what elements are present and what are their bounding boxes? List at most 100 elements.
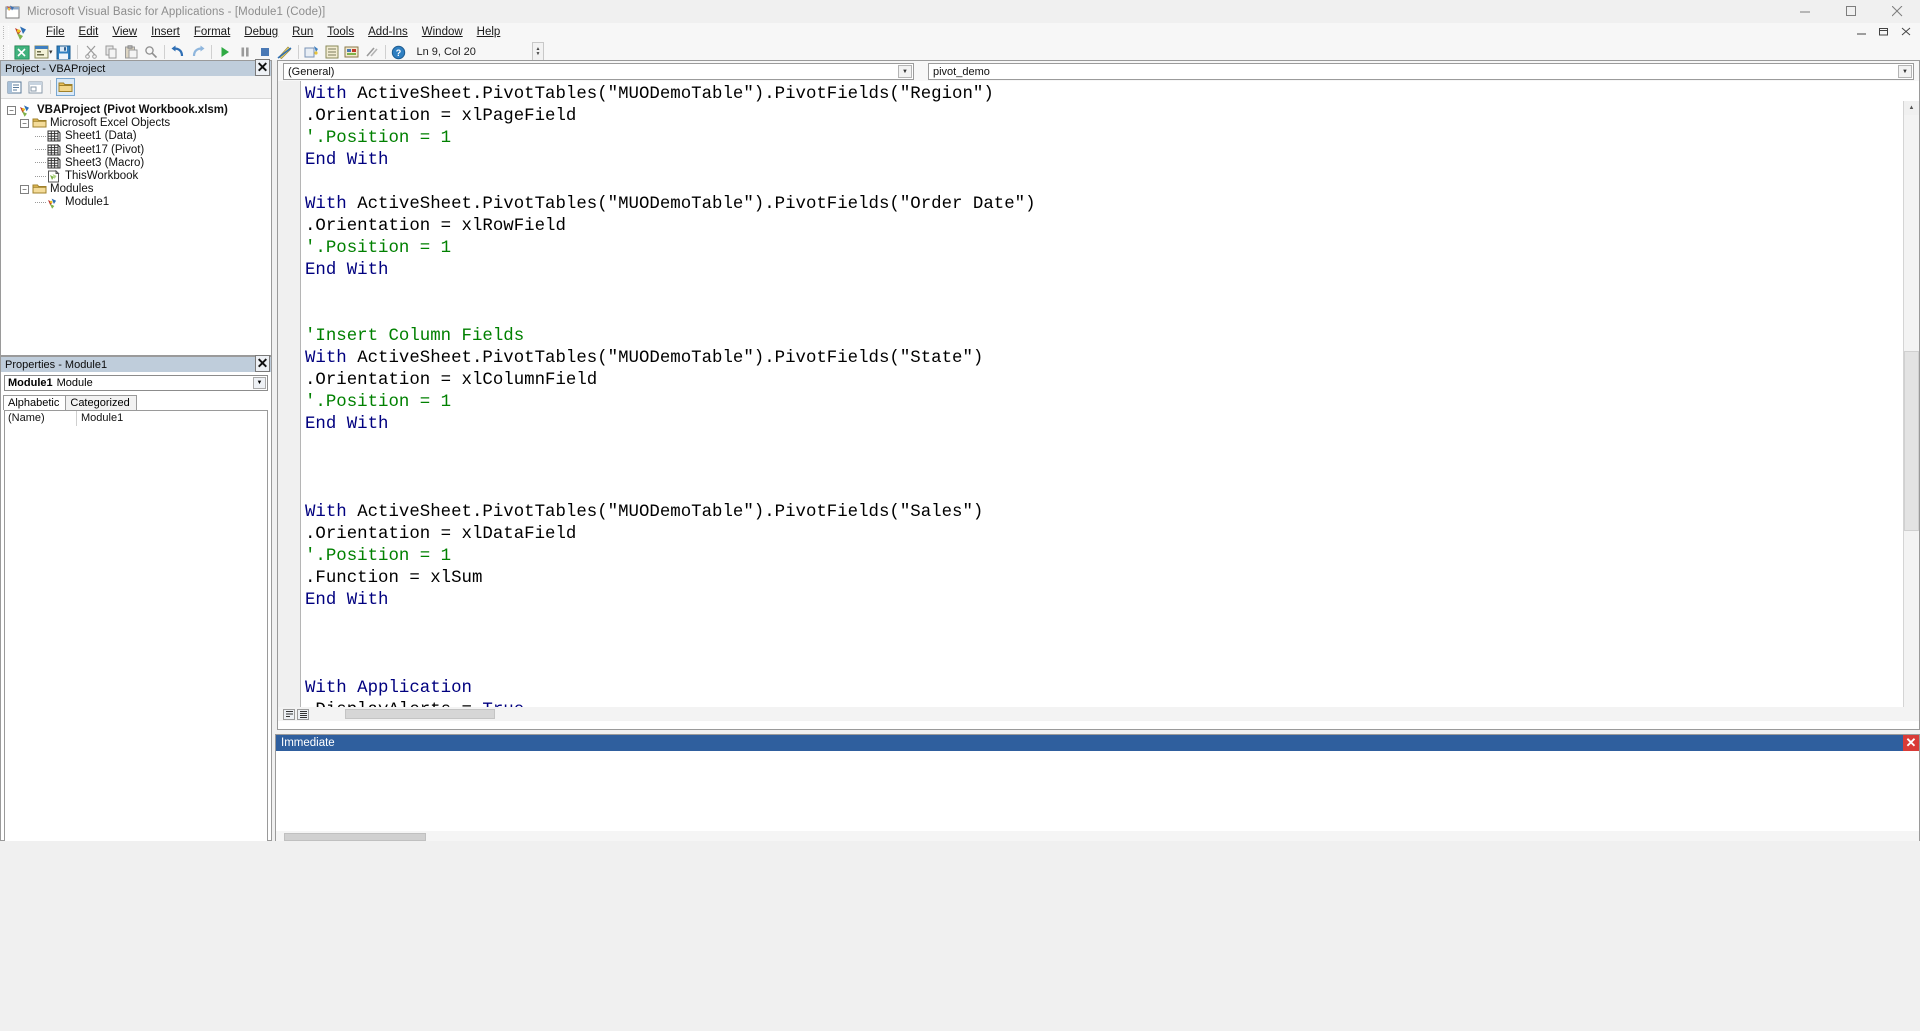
toolbox-icon[interactable] <box>362 43 382 61</box>
menu-tools[interactable]: Tools <box>320 25 361 40</box>
menu-window[interactable]: Window <box>415 25 470 40</box>
tree-node-label: ThisWorkbook <box>65 170 138 183</box>
break-icon[interactable] <box>235 43 255 61</box>
property-row-name[interactable]: (Name) Module1 <box>5 411 267 426</box>
close-icon[interactable] <box>1874 0 1920 23</box>
toolbar-spin-control[interactable]: ▲ ▼ <box>532 42 544 62</box>
horizontal-scroll-thumb[interactable] <box>345 709 495 719</box>
immediate-content-area[interactable] <box>276 751 1919 843</box>
menu-format-label: Format <box>194 26 230 38</box>
project-panel-toolbar <box>1 76 271 99</box>
project-panel-title-bar: Project - VBAProject ✕ <box>1 61 271 76</box>
undo-icon[interactable] <box>168 43 188 61</box>
vba-editor-window: Microsoft Visual Basic for Applications … <box>0 0 1920 1031</box>
toolbar-grip[interactable] <box>3 45 9 59</box>
project-tree[interactable]: − VBAProject (Pivot Workbook.xlsm) − <box>1 99 271 349</box>
properties-panel-close-icon[interactable]: ✕ <box>255 355 270 372</box>
code-editor-area[interactable]: With ActiveSheet.PivotTables("MUODemoTab… <box>278 81 1919 721</box>
object-browser-icon[interactable] <box>342 43 362 61</box>
code-token: ActiveSheet.PivotTables("MUODemoTable").… <box>357 195 1035 214</box>
menu-edit[interactable]: Edit <box>72 25 106 40</box>
minimize-window-icon[interactable] <box>1877 26 1892 39</box>
code-vertical-scrollbar[interactable]: ▲ ▼ <box>1903 101 1919 721</box>
collapse-icon[interactable]: − <box>20 185 29 194</box>
insert-userform-icon[interactable] <box>32 43 52 61</box>
tree-node-thisworkbook[interactable]: ThisWorkbook <box>7 170 271 183</box>
chevron-down-icon[interactable]: ▼ <box>898 65 912 78</box>
code-text[interactable]: With ActiveSheet.PivotTables("MUODemoTab… <box>305 84 1903 721</box>
procedure-view-icon[interactable] <box>283 709 295 720</box>
restore-window-icon[interactable] <box>1855 26 1870 39</box>
menu-grip[interactable] <box>3 26 9 39</box>
view-object-icon[interactable] <box>26 78 45 96</box>
chevron-down-icon[interactable]: ▼ <box>253 377 266 389</box>
immediate-scroll-thumb[interactable] <box>284 833 426 841</box>
tree-node-excel-objects[interactable]: − Microsoft Excel Objects <box>7 117 271 130</box>
code-line: .Orientation = xlColumnField <box>305 370 1903 392</box>
immediate-close-icon[interactable]: ✕ <box>1903 735 1919 751</box>
menu-run[interactable]: Run <box>285 25 320 40</box>
collapse-icon[interactable]: − <box>7 106 16 115</box>
vertical-scroll-thumb[interactable] <box>1904 351 1919 531</box>
procedure-dropdown[interactable]: pivot_demo ▼ <box>928 63 1914 80</box>
tab-alphabetic[interactable]: Alphabetic <box>3 395 66 410</box>
tree-node-vbaproject[interactable]: − VBAProject (Pivot Workbook.xlsm) <box>7 104 271 117</box>
code-token: '.Position = 1 <box>305 239 451 258</box>
property-value[interactable]: Module1 <box>77 411 123 426</box>
view-code-icon[interactable] <box>5 78 24 96</box>
menu-help[interactable]: Help <box>470 25 508 40</box>
menu-add-ins[interactable]: Add-Ins <box>361 25 415 40</box>
vba-logo-icon <box>13 25 32 41</box>
scroll-up-icon[interactable]: ▲ <box>1904 101 1919 115</box>
vba-project-icon <box>19 104 34 117</box>
properties-window-icon[interactable] <box>322 43 342 61</box>
code-horizontal-scrollbar[interactable] <box>278 707 1919 721</box>
menu-file[interactable]: File <box>39 25 72 40</box>
help-icon[interactable]: ? <box>389 43 409 61</box>
tree-node-sheet17[interactable]: Sheet17 (Pivot) <box>7 144 271 157</box>
code-line: End With <box>305 414 1903 436</box>
tab-categorized[interactable]: Categorized <box>65 395 136 410</box>
code-line: .Function = xlSum <box>305 568 1903 590</box>
horizontal-scroll-track[interactable] <box>309 707 1919 721</box>
maximize-icon[interactable] <box>1828 0 1874 23</box>
menu-debug[interactable]: Debug <box>237 25 285 40</box>
menu-format[interactable]: Format <box>187 25 237 40</box>
project-toolbar-separator <box>50 80 51 94</box>
tree-node-sheet1[interactable]: Sheet1 (Data) <box>7 130 271 143</box>
minimize-icon[interactable] <box>1782 0 1828 23</box>
tree-node-module1[interactable]: Module1 <box>7 196 271 209</box>
collapse-icon[interactable]: − <box>20 119 29 128</box>
code-token: With <box>305 503 357 522</box>
properties-object-selector[interactable]: Module1 Module ▼ <box>4 375 268 391</box>
object-dropdown[interactable]: (General) ▼ <box>283 63 914 80</box>
design-mode-icon[interactable] <box>275 43 295 61</box>
cut-icon[interactable] <box>81 43 101 61</box>
chevron-down-icon[interactable]: ▼ <box>1898 65 1912 78</box>
code-line <box>305 634 1903 656</box>
menu-insert[interactable]: Insert <box>144 25 187 40</box>
save-icon[interactable] <box>54 43 74 61</box>
full-module-view-icon[interactable] <box>297 709 309 720</box>
run-icon[interactable] <box>215 43 235 61</box>
copy-icon[interactable] <box>101 43 121 61</box>
code-token: End With <box>305 261 389 280</box>
properties-grid[interactable]: (Name) Module1 <box>4 410 268 842</box>
tree-node-modules[interactable]: − Modules <box>7 183 271 196</box>
tree-node-label: Sheet17 (Pivot) <box>65 144 144 157</box>
code-line: With ActiveSheet.PivotTables("MUODemoTab… <box>305 502 1903 524</box>
menu-view[interactable]: View <box>105 25 144 40</box>
paste-icon[interactable] <box>121 43 141 61</box>
close-window-icon[interactable] <box>1899 26 1914 39</box>
tree-node-label: Modules <box>50 183 93 196</box>
tree-node-sheet3[interactable]: Sheet3 (Macro) <box>7 157 271 170</box>
code-token: End With <box>305 591 389 610</box>
project-panel-close-icon[interactable]: ✕ <box>255 59 270 76</box>
view-excel-icon[interactable] <box>12 43 32 61</box>
redo-icon[interactable] <box>188 43 208 61</box>
toggle-folders-icon[interactable] <box>56 78 75 96</box>
project-explorer-icon[interactable] <box>302 43 322 61</box>
find-icon[interactable] <box>141 43 161 61</box>
code-line: '.Position = 1 <box>305 238 1903 260</box>
title-bar: Microsoft Visual Basic for Applications … <box>0 0 1920 24</box>
